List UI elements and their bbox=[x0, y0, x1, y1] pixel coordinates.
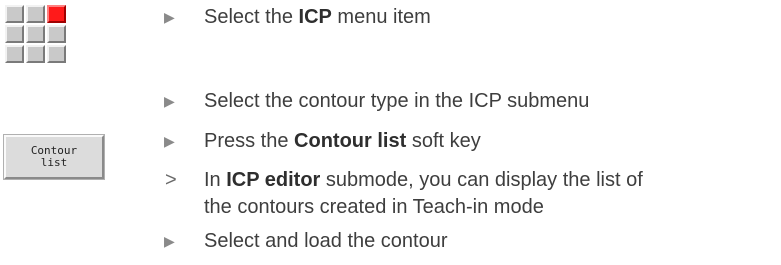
step-text-after: soft key bbox=[406, 130, 481, 152]
contour-list-softkey[interactable]: Contour list bbox=[3, 134, 105, 180]
step-text-bold: Contour list bbox=[294, 130, 407, 152]
step-text: Press the Contour list soft key bbox=[204, 128, 481, 155]
step-arrow-icon: ▶ bbox=[164, 233, 175, 249]
step-text-before: Press the bbox=[204, 130, 295, 152]
step-text: In ICP editor submode, you can display t… bbox=[204, 167, 643, 221]
icp-menu-grid-icon bbox=[5, 5, 66, 64]
step-arrow-icon: ▶ bbox=[164, 93, 175, 109]
grid-cell bbox=[47, 45, 66, 63]
step-arrow-icon: ▶ bbox=[164, 133, 175, 149]
grid-cell bbox=[5, 45, 24, 63]
grid-cell-active bbox=[47, 5, 66, 23]
grid-cell bbox=[47, 25, 66, 43]
step-arrow-icon: ▶ bbox=[164, 9, 175, 25]
step-text-line2: the contours created in Teach-in mode bbox=[204, 196, 544, 218]
step-text-before: Select the bbox=[204, 6, 299, 28]
step-text-bold: ICP bbox=[298, 6, 332, 28]
grid-cell bbox=[26, 45, 45, 63]
step-text: Select the contour type in the ICP subme… bbox=[204, 90, 590, 112]
step-text-bold: ICP editor bbox=[226, 169, 321, 191]
step-text: Select and load the contour bbox=[204, 230, 448, 252]
grid-cell bbox=[26, 25, 45, 43]
grid-cell bbox=[5, 25, 24, 43]
softkey-label-line2: list bbox=[40, 156, 68, 169]
step-text-before: In bbox=[204, 169, 227, 191]
step-text-after: submode, you can display the list of bbox=[320, 169, 643, 191]
step-text-after: menu item bbox=[331, 6, 431, 28]
grid-cell bbox=[26, 5, 45, 23]
step-text: Select the ICP menu item bbox=[204, 4, 431, 31]
grid-cell bbox=[5, 5, 24, 23]
result-marker-icon: > bbox=[165, 169, 177, 191]
